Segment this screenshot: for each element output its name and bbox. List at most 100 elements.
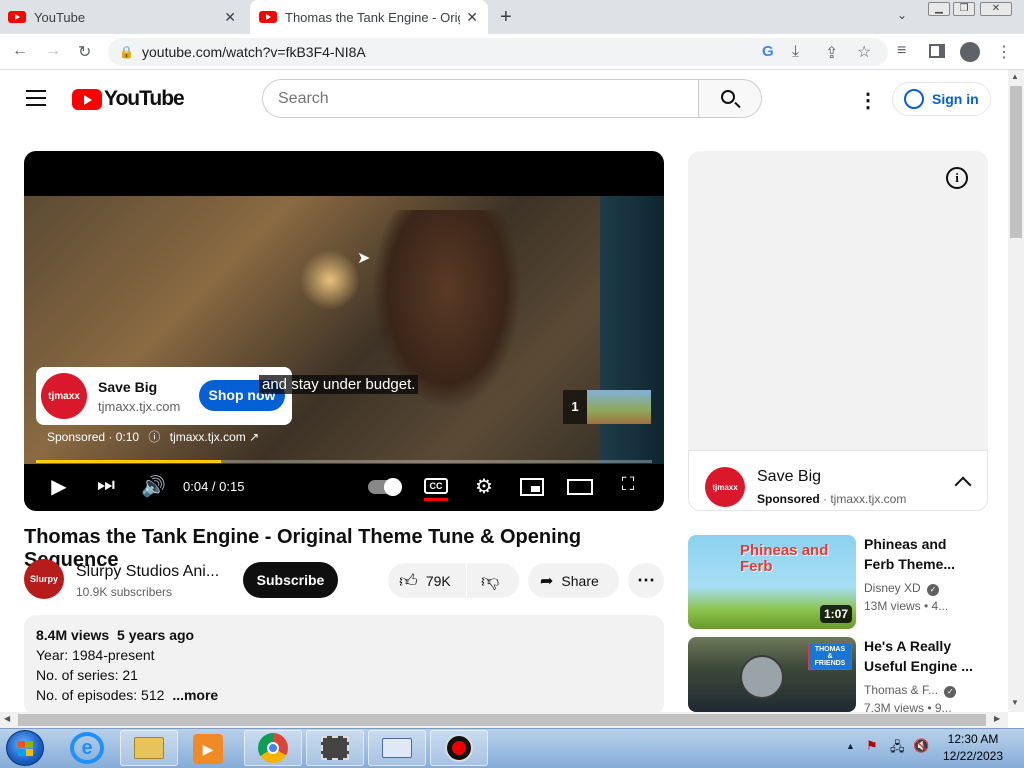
theater-mode-icon[interactable] <box>567 479 593 495</box>
play-icon[interactable]: ▶ <box>48 474 70 500</box>
autoplay-toggle[interactable] <box>368 478 402 496</box>
related-thumbnail[interactable]: THOMAS & FRIENDS <box>688 637 856 712</box>
ad-info-icon[interactable]: i <box>946 167 968 189</box>
new-tab-button[interactable]: + <box>500 6 512 29</box>
screen: YouTube ✕ Thomas the Tank Engine - Origi… <box>0 0 1024 768</box>
taskbar-video-editor[interactable] <box>306 730 364 766</box>
side-ad-title[interactable]: Save Big <box>757 468 821 486</box>
description-line: No. of episodes: 512 ...more <box>36 687 218 703</box>
sponsored-link[interactable]: tjmaxx.tjx.com <box>170 430 246 444</box>
description-line-text: No. of episodes: 512 <box>36 687 165 703</box>
channel-avatar[interactable]: Slurpy <box>24 559 64 599</box>
volume-icon[interactable]: 🔊 <box>141 474 166 500</box>
taskbar-keyboard[interactable] <box>368 730 426 766</box>
related-meta: 13M views • 4... <box>864 599 949 613</box>
share-label: Share <box>561 572 599 589</box>
dislike-button[interactable]: 👎︎ <box>467 563 519 598</box>
related-thumbnail[interactable]: Phineas and Ferb 1:07 <box>688 535 856 629</box>
google-icon[interactable]: G <box>762 43 774 60</box>
more-actions-icon[interactable]: ⋯ <box>628 563 664 598</box>
subscriber-count: 10.9K subscribers <box>76 585 173 599</box>
youtube-logo-text[interactable]: YouTube <box>104 87 185 111</box>
tab-thomas[interactable]: Thomas the Tank Engine - Origin ✕ <box>250 0 488 34</box>
related-title[interactable]: Phineas and Ferb Theme... <box>864 534 976 574</box>
scroll-down-icon[interactable]: ▼ <box>1011 698 1019 707</box>
media-player-icon[interactable]: ▶ <box>193 734 223 764</box>
restore-button[interactable]: ❐ <box>953 2 975 16</box>
close-tab-icon[interactable]: ✕ <box>466 9 478 26</box>
taskbar-recorder[interactable] <box>430 730 488 766</box>
taskbar-explorer[interactable] <box>120 730 178 766</box>
settings-more-icon[interactable]: ⋮ <box>858 88 878 113</box>
search-button[interactable] <box>698 79 762 118</box>
profile-icon[interactable] <box>960 42 980 62</box>
url-text[interactable]: youtube.com/watch?v=fkB3F4-NI8A <box>142 44 366 60</box>
description-line: No. of series: 21 <box>36 667 138 683</box>
fullscreen-icon[interactable]: ⛶ <box>616 474 640 500</box>
vertical-scroll-thumb[interactable] <box>1010 86 1022 238</box>
system-clock[interactable]: 12:30 AM 12/22/2023 <box>935 731 1011 765</box>
reload-icon[interactable]: ↻ <box>78 42 91 62</box>
keyboard-icon <box>382 738 412 758</box>
verified-icon: ✓ <box>944 686 957 698</box>
subscribe-button[interactable]: Subscribe <box>243 562 338 598</box>
search-input[interactable] <box>278 90 678 108</box>
media-queue-icon[interactable]: ≡ <box>897 42 906 60</box>
network-icon[interactable]: 🖧 <box>890 738 905 760</box>
clock-date: 12/22/2023 <box>942 749 1004 763</box>
chandelier-light <box>300 250 360 310</box>
next-icon[interactable]: ⏭ <box>94 474 118 500</box>
youtube-logo-icon[interactable] <box>72 89 102 110</box>
share-button[interactable]: ➦ Share <box>528 563 619 598</box>
channel-name[interactable]: Slurpy Studios Ani... <box>76 563 219 581</box>
related-channel-name: Thomas & F... <box>864 683 939 697</box>
related-title[interactable]: He's A Really Useful Engine ... <box>864 636 976 676</box>
related-channel[interactable]: Thomas & F... ✓ <box>864 683 957 698</box>
scroll-up-icon[interactable]: ▲ <box>1011 72 1019 81</box>
more-link[interactable]: ...more <box>172 687 218 703</box>
search-box[interactable] <box>262 79 699 118</box>
internet-explorer-icon[interactable]: e <box>70 732 104 764</box>
close-tab-icon[interactable]: ✕ <box>224 9 236 26</box>
search-icon <box>721 90 735 104</box>
share-arrow-icon: ➦ <box>540 572 554 590</box>
scroll-left-icon[interactable]: ◀ <box>4 714 10 723</box>
miniplayer-icon[interactable] <box>520 478 544 496</box>
thumbs-down-icon: 👎︎ <box>481 570 500 591</box>
settings-gear-icon[interactable]: ⚙ <box>472 474 496 500</box>
bookmark-star-icon[interactable]: ☆ <box>857 42 871 62</box>
horizontal-scroll-thumb[interactable] <box>18 714 986 726</box>
lock-icon[interactable]: 🔒 <box>119 45 134 59</box>
description-line: Year: 1984-present <box>36 647 155 663</box>
chrome-menu-icon[interactable]: ⋮ <box>996 42 1012 62</box>
like-button[interactable]: 👍︎ 79K <box>388 563 466 598</box>
tab-title: Thomas the Tank Engine - Origin <box>285 9 460 25</box>
forward-icon[interactable]: → <box>45 42 61 60</box>
chrome-icon <box>258 733 288 763</box>
related-channel[interactable]: Disney XD ✓ <box>864 581 940 596</box>
action-center-icon[interactable]: ⚑ <box>866 738 878 754</box>
hamburger-menu-icon[interactable] <box>26 90 46 106</box>
show-hidden-icons[interactable]: ▲ <box>846 741 855 751</box>
captions-button[interactable]: CC <box>424 478 448 494</box>
install-icon[interactable]: ⤓ <box>792 43 799 61</box>
taskbar-chrome[interactable] <box>244 730 302 766</box>
ad-title: Save Big <box>98 378 158 395</box>
share-page-icon[interactable]: ⇪ <box>825 43 838 63</box>
back-icon[interactable]: ← <box>12 42 28 60</box>
next-video-preview[interactable] <box>587 390 651 424</box>
scroll-right-icon[interactable]: ▶ <box>994 714 1000 723</box>
tab-search-icon[interactable]: ⌄ <box>897 8 907 22</box>
captions-active-indicator <box>424 498 448 501</box>
side-ad-meta: Sponsored · tjmaxx.tjx.com <box>757 492 906 506</box>
side-panel-icon[interactable] <box>929 44 945 58</box>
sign-in-button[interactable]: Sign in <box>892 82 991 116</box>
close-window-button[interactable]: ✕ <box>980 2 1012 16</box>
tab-youtube[interactable]: YouTube ✕ <box>8 0 246 34</box>
start-button[interactable] <box>6 730 44 766</box>
video-caption: and stay under budget. <box>259 375 419 394</box>
volume-muted-icon[interactable]: 🔇 <box>913 738 929 754</box>
minimize-button[interactable]: ▁ <box>928 2 950 16</box>
ad-sponsored-line: Sponsored · 0:10 ⓘ tjmaxx.tjx.com ↗ <box>47 428 259 445</box>
info-small-icon[interactable]: ⓘ <box>148 430 160 444</box>
